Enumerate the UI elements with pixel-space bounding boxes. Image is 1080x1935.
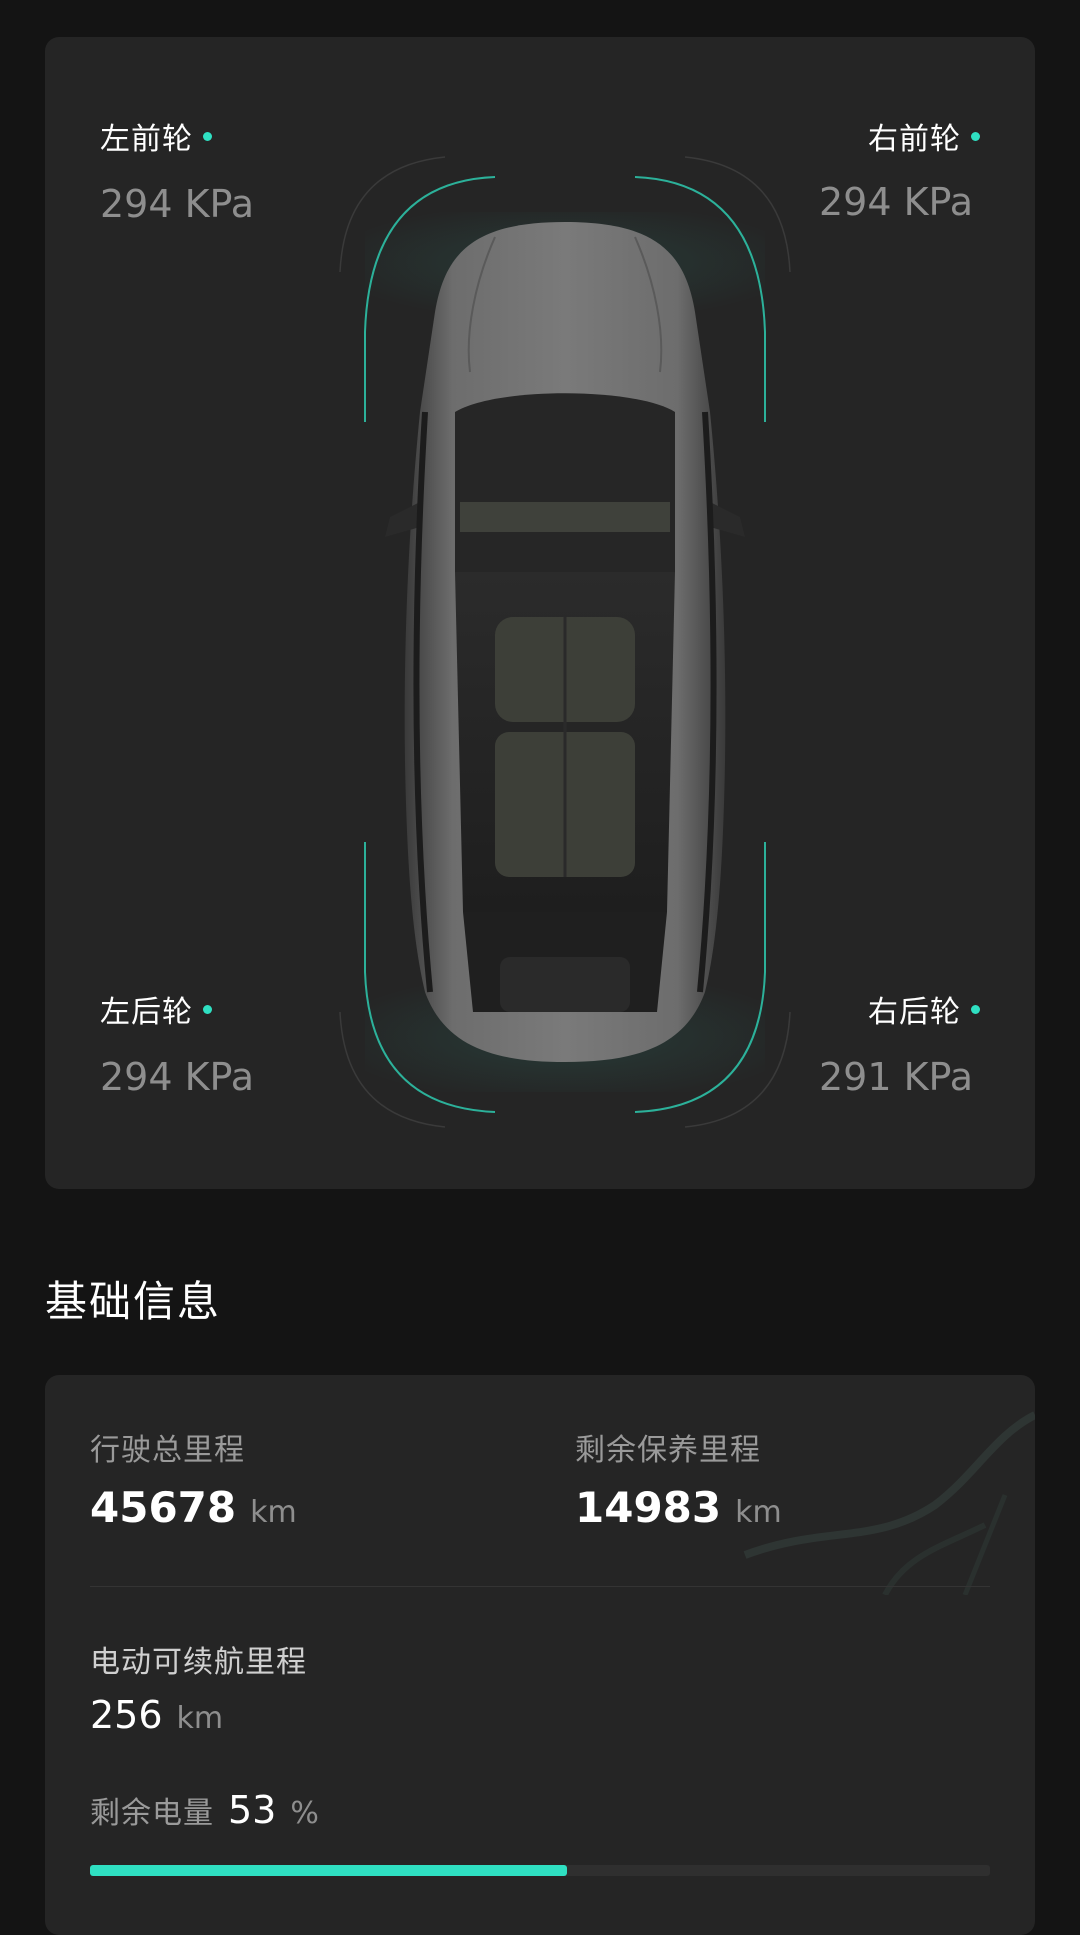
electric-range-label: 电动可续航里程: [90, 1645, 307, 1680]
car-icon: [339, 156, 791, 1128]
maintenance-mileage-label: 剩余保养里程: [575, 1433, 761, 1468]
tire-label-front-left: 左前轮: [100, 114, 212, 158]
tire-label-front-right: 右前轮: [868, 114, 980, 158]
battery-unit: %: [290, 1796, 319, 1831]
status-dot: [971, 131, 980, 141]
electric-range-row: 256 km: [90, 1693, 223, 1737]
tire-label-rear-right: 右后轮: [868, 987, 980, 1031]
battery-label: 剩余电量: [90, 1796, 214, 1831]
status-dot: [203, 131, 212, 141]
total-mileage-label: 行驶总里程: [90, 1433, 245, 1468]
maintenance-mileage-value: 14983: [575, 1483, 722, 1532]
battery-row: 剩余电量 53 %: [90, 1788, 319, 1832]
tire-label-text: 右后轮: [868, 995, 961, 1030]
divider: [90, 1586, 990, 1587]
electric-range-value: 256: [90, 1693, 163, 1737]
maintenance-mileage-unit: km: [735, 1495, 782, 1530]
battery-progress-bar: [90, 1865, 990, 1876]
section-title-basic-info: 基础信息: [45, 1277, 222, 1326]
tire-value-rear-right: 291 KPa: [818, 1055, 973, 1099]
tire-label-text: 左后轮: [100, 995, 193, 1030]
electric-range-unit: km: [176, 1701, 224, 1736]
tire-value-rear-left: 294 KPa: [100, 1055, 255, 1099]
tire-value-front-right: 294 KPa: [818, 180, 973, 224]
tire-label-rear-left: 左后轮: [100, 987, 212, 1031]
basic-info-card: 行驶总里程 45678 km 剩余保养里程 14983 km 电动可续航里程 2…: [45, 1375, 1035, 1935]
tire-label-text: 右前轮: [868, 122, 961, 157]
total-mileage-value: 45678: [90, 1483, 237, 1532]
total-mileage-row: 45678 km: [90, 1483, 297, 1532]
battery-progress-fill: [90, 1865, 567, 1876]
status-dot: [971, 1004, 980, 1014]
tire-pressure-card: 左前轮 294 KPa 右前轮 294 KPa 左后轮 294 KPa 右后轮 …: [45, 37, 1035, 1189]
car-top-view: [295, 112, 835, 1172]
tire-value-front-left: 294 KPa: [100, 182, 255, 226]
maintenance-mileage-row: 14983 km: [575, 1483, 782, 1532]
status-dot: [203, 1004, 212, 1014]
total-mileage-unit: km: [250, 1495, 297, 1530]
tire-label-text: 左前轮: [100, 122, 193, 157]
battery-value: 53: [228, 1788, 277, 1832]
